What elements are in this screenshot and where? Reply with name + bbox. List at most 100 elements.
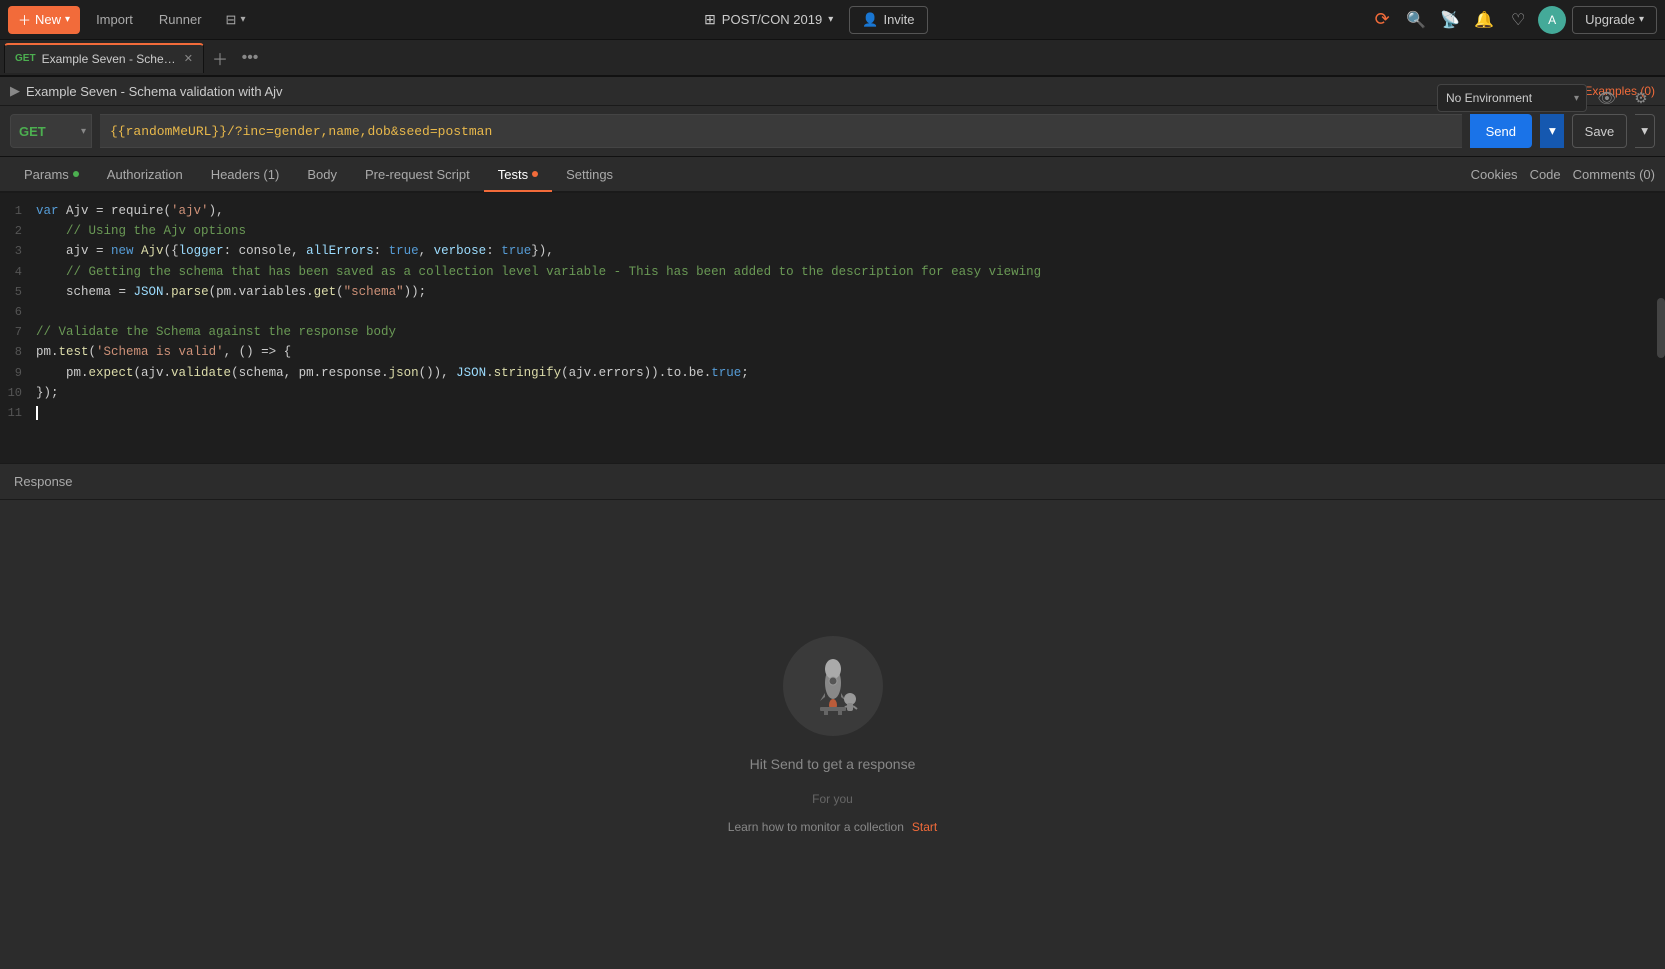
line-content-4: // Getting the schema that has been save… — [36, 262, 1041, 282]
line-content-1: var Ajv = require('ajv'), — [36, 201, 224, 221]
line-content-9: pm.expect(ajv.validate(schema, pm.respon… — [36, 363, 749, 383]
response-header: Response — [0, 464, 1665, 500]
grid-icon: ⊞ — [704, 11, 716, 28]
invite-label: Invite — [883, 12, 914, 27]
line-num-7: 7 — [6, 322, 36, 342]
rocket-svg — [798, 651, 868, 721]
tab-bar: GET Example Seven - Schema valid... ✕ ＋ … — [0, 40, 1665, 76]
save-button[interactable]: Save — [1572, 114, 1628, 148]
import-button[interactable]: Import — [86, 6, 143, 34]
breadcrumb-title: Example Seven - Schema validation with A… — [26, 84, 283, 99]
line-content-3: ajv = new Ajv({logger: console, allError… — [36, 241, 554, 261]
new-button[interactable]: ＋ New ▾ — [8, 6, 80, 34]
save-caret-button[interactable]: ▾ — [1635, 114, 1655, 148]
learn-row: Learn how to monitor a collection Start — [728, 820, 937, 834]
sync-icon-button[interactable]: ⟳ — [1368, 6, 1396, 34]
pane-bottom: Response — [0, 463, 1665, 969]
new-caret-icon: ▾ — [65, 14, 70, 25]
line-content-5: schema = JSON.parse(pm.variables.get("sc… — [36, 282, 426, 302]
env-bar: No Environment ▾ 👁 ⚙ — [1427, 80, 1665, 116]
workspace-label: POST/CON 2019 — [722, 12, 822, 27]
line-num-11: 11 — [6, 403, 36, 423]
tab-example-seven[interactable]: GET Example Seven - Schema valid... ✕ — [4, 43, 204, 73]
right-icons-group: ⟳ 🔍 📡 🔔 ♡ A Upgrade ▾ — [1368, 6, 1657, 34]
env-select[interactable]: No Environment — [1437, 84, 1587, 112]
tab-method-badge: GET — [15, 53, 36, 64]
line-num-2: 2 — [6, 221, 36, 241]
code-line-11: 11 — [0, 403, 1665, 423]
method-select-wrapper: GET POST PUT DELETE PATCH ▾ — [10, 114, 92, 148]
line-content-7: // Validate the Schema against the respo… — [36, 322, 396, 342]
tab-title: Example Seven - Schema valid... — [42, 52, 178, 66]
code-line-1: 1 var Ajv = require('ajv'), — [0, 201, 1665, 221]
tab-headers[interactable]: Headers (1) — [197, 159, 294, 192]
code-line-6: 6 — [0, 302, 1665, 322]
code-line-8: 8 pm.test('Schema is valid', () => { — [0, 342, 1665, 362]
heart-icon-button[interactable]: ♡ — [1504, 6, 1532, 34]
tab-settings[interactable]: Settings — [552, 159, 627, 192]
tab-body-label: Body — [307, 167, 337, 182]
top-toolbar: ＋ New ▾ Import Runner ⊟ ▾ ⊞ POST/CON 201… — [0, 0, 1665, 40]
line-num-1: 1 — [6, 201, 36, 221]
tab-authorization[interactable]: Authorization — [93, 159, 197, 192]
layout-icon: ⊟ — [226, 12, 237, 28]
tab-tests[interactable]: Tests — [484, 159, 552, 192]
new-label: New — [35, 12, 61, 27]
cookies-button[interactable]: Cookies — [1471, 167, 1518, 182]
line-num-9: 9 — [6, 363, 36, 383]
notification-icon-button[interactable]: 🔔 — [1470, 6, 1498, 34]
workspace-button[interactable]: ⊞ POST/CON 2019 ▾ — [694, 7, 843, 32]
invite-icon: 👤 — [862, 12, 878, 28]
code-line-10: 10 }); — [0, 383, 1665, 403]
breadcrumb: ▶ Example Seven - Schema validation with… — [0, 77, 1665, 106]
add-tab-button[interactable]: ＋ — [206, 44, 234, 72]
scroll-indicator — [1657, 298, 1665, 358]
invite-button[interactable]: 👤 Invite — [849, 6, 927, 34]
line-num-6: 6 — [6, 302, 36, 322]
code-line-3: 3 ajv = new Ajv({logger: console, allErr… — [0, 241, 1665, 261]
response-section: Response — [0, 463, 1665, 969]
search-icon-button[interactable]: 🔍 — [1402, 6, 1430, 34]
tab-params-label: Params — [24, 167, 69, 182]
layout-caret: ▾ — [240, 14, 245, 25]
tabs-nav: Params Authorization Headers (1) Body Pr… — [0, 157, 1665, 193]
tab-params[interactable]: Params — [10, 159, 93, 192]
env-select-wrapper: No Environment ▾ — [1437, 84, 1587, 112]
runner-button[interactable]: Runner — [149, 6, 212, 34]
code-button[interactable]: Code — [1530, 167, 1561, 182]
send-button[interactable]: Send — [1470, 114, 1532, 148]
start-link[interactable]: Start — [912, 820, 937, 834]
radar-icon-button[interactable]: 📡 — [1436, 6, 1464, 34]
hit-send-text: Hit Send to get a response — [750, 756, 916, 772]
rocket-illustration — [783, 636, 883, 736]
learn-label: Learn how to monitor a collection — [728, 820, 904, 834]
tab-body[interactable]: Body — [293, 159, 351, 192]
response-empty-state: Hit Send to get a response For you Learn… — [0, 500, 1665, 969]
layout-button[interactable]: ⊟ ▾ — [218, 6, 254, 34]
more-tabs-button[interactable]: ••• — [236, 44, 264, 72]
line-num-3: 3 — [6, 241, 36, 261]
line-content-10: }); — [36, 383, 59, 403]
breadcrumb-arrow-icon: ▶ — [10, 83, 20, 99]
workspace-group: ⊞ POST/CON 2019 ▾ 👤 Invite — [694, 6, 927, 34]
workspace-caret-icon: ▾ — [828, 14, 833, 25]
code-editor[interactable]: 1 var Ajv = require('ajv'), 2 // Using t… — [0, 193, 1665, 463]
pane-top: ▶ Example Seven - Schema validation with… — [0, 77, 1665, 463]
response-title: Response — [14, 474, 73, 489]
tab-close-icon[interactable]: ✕ — [184, 52, 193, 65]
avatar[interactable]: A — [1538, 6, 1566, 34]
method-select[interactable]: GET POST PUT DELETE PATCH — [10, 114, 92, 148]
tab-settings-label: Settings — [566, 167, 613, 182]
code-line-7: 7 // Validate the Schema against the res… — [0, 322, 1665, 342]
tab-prerequest[interactable]: Pre-request Script — [351, 159, 484, 192]
url-input[interactable] — [100, 114, 1462, 148]
code-line-4: 4 // Getting the schema that has been sa… — [0, 262, 1665, 282]
request-section: GET POST PUT DELETE PATCH ▾ Send ▾ Save … — [0, 106, 1665, 157]
env-eye-button[interactable]: 👁 — [1593, 84, 1621, 112]
comments-button[interactable]: Comments (0) — [1573, 167, 1655, 182]
send-caret-button[interactable]: ▾ — [1540, 114, 1564, 148]
env-settings-button[interactable]: ⚙ — [1627, 84, 1655, 112]
right-nav-items: Cookies Code Comments (0) — [1471, 167, 1655, 182]
upgrade-caret-icon: ▾ — [1639, 14, 1644, 25]
upgrade-button[interactable]: Upgrade ▾ — [1572, 6, 1657, 34]
